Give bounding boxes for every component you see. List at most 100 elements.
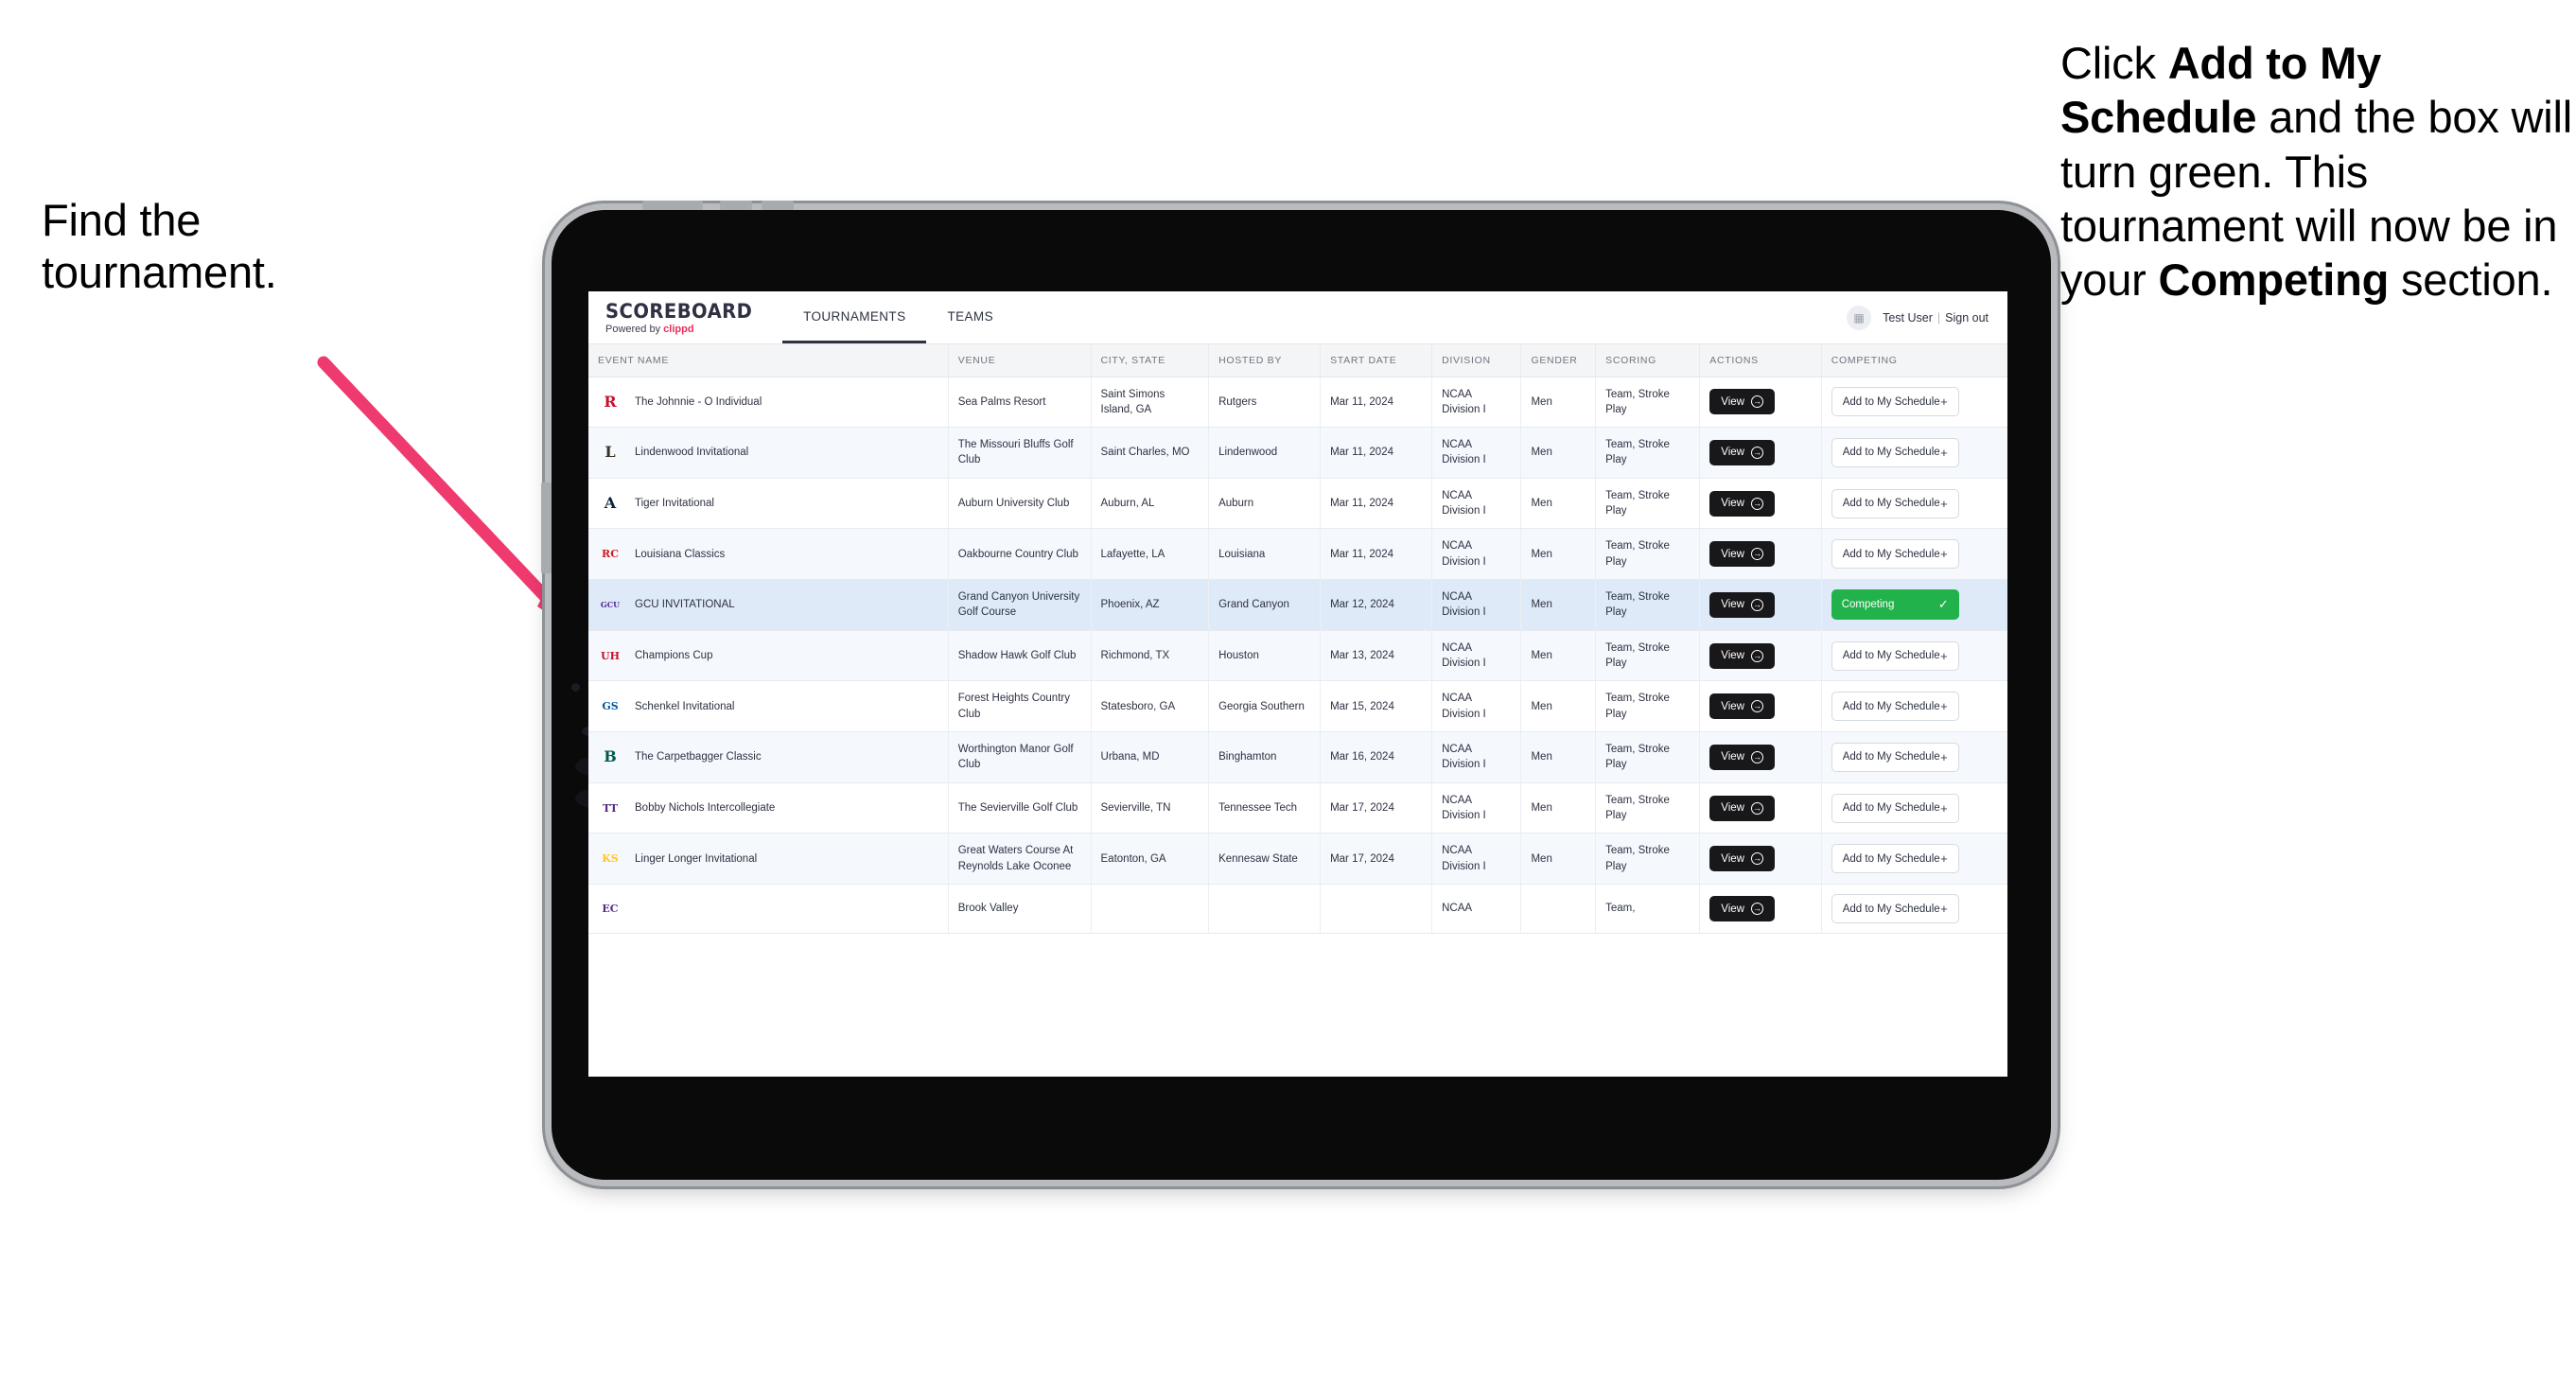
cell-city-state: Sevierville, TN (1091, 782, 1210, 834)
cell-division: NCAA Division I (1431, 528, 1522, 581)
team-logo-icon: TT (603, 801, 618, 815)
add-to-my-schedule-button[interactable]: Add to My Schedule + (1831, 844, 1959, 874)
view-button[interactable]: View → (1709, 846, 1775, 872)
cell-venue: Shadow Hawk Golf Club (948, 630, 1092, 682)
cell-event-name: EC (588, 884, 949, 935)
col-event-name[interactable]: EVENT NAME (588, 344, 949, 377)
table-row[interactable]: UH Champions Cup Shadow Hawk Golf Club Rich… (588, 630, 2007, 682)
add-to-my-schedule-label: Add to My Schedule (1842, 395, 1940, 408)
view-button[interactable]: View → (1709, 439, 1775, 465)
tournaments-table-scroll[interactable]: EVENT NAME VENUE CITY, STATE HOSTED BY S… (588, 344, 2007, 1077)
cell-event-name: UH Champions Cup (588, 630, 949, 682)
annotation-emphasis: Competing (2158, 254, 2390, 306)
view-button[interactable]: View → (1709, 541, 1775, 568)
plus-icon: + (1940, 800, 1948, 816)
cell-actions: View → (1699, 427, 1822, 479)
view-button-label: View (1721, 395, 1744, 408)
col-scoring[interactable]: SCORING (1595, 344, 1701, 377)
add-to-my-schedule-button[interactable]: Add to My Schedule + (1831, 488, 1959, 518)
table-row[interactable]: KS Linger Longer Invitational Great Waters… (588, 833, 2007, 886)
tab-teams[interactable]: TEAMS (926, 291, 1014, 343)
event-name-label: Schenkel Invitational (635, 700, 735, 712)
cell-start-date: Mar 17, 2024 (1320, 782, 1433, 834)
team-logo-icon: EC (602, 903, 619, 916)
col-venue[interactable]: VENUE (948, 344, 1092, 377)
col-city-state[interactable]: CITY, STATE (1091, 344, 1210, 377)
cell-competing: Add to My Schedule + (1821, 478, 2007, 530)
table-row[interactable]: B The Carpetbagger Classic Worthington Man… (588, 731, 2007, 783)
cell-start-date: Mar 12, 2024 (1320, 579, 1433, 631)
view-button-label: View (1721, 700, 1744, 712)
table-row[interactable]: GCU GCU INVITATIONAL Grand Canyon Universi… (588, 579, 2007, 631)
add-to-my-schedule-button[interactable]: Add to My Schedule + (1831, 742, 1959, 772)
side-button[interactable] (541, 482, 552, 573)
add-to-my-schedule-label: Add to My Schedule (1842, 903, 1940, 915)
view-button[interactable]: View → (1709, 490, 1775, 517)
add-to-my-schedule-button[interactable]: Add to My Schedule + (1831, 640, 1959, 671)
user-avatar-icon[interactable]: ▦ (1847, 305, 1872, 330)
add-to-my-schedule-button[interactable]: Add to My Schedule + (1831, 437, 1959, 467)
view-button[interactable]: View → (1709, 642, 1775, 669)
add-to-my-schedule-button[interactable]: Add to My Schedule + (1831, 387, 1959, 417)
team-logo-icon: KS (602, 852, 619, 866)
col-competing[interactable]: COMPETING (1821, 344, 2007, 377)
cell-gender: Men (1520, 427, 1597, 479)
arrow-right-circle-icon: → (1750, 548, 1763, 561)
table-row[interactable]: GS Schenkel Invitational Forest Heights Co… (588, 680, 2007, 733)
cell-actions: View → (1699, 833, 1822, 886)
cell-gender: Men (1520, 579, 1597, 631)
cell-competing: Add to My Schedule + (1821, 630, 2007, 682)
brand-title: SCOREBOARD (605, 300, 753, 323)
cell-scoring: Team, Stroke Play (1595, 579, 1701, 631)
add-to-my-schedule-button[interactable]: Add to My Schedule + (1831, 539, 1959, 570)
col-gender[interactable]: GENDER (1520, 344, 1597, 377)
table-row[interactable]: RC Louisiana Classics Oakbourne Country Cl… (588, 528, 2007, 581)
add-to-my-schedule-button[interactable]: Add to My Schedule + (1831, 894, 1959, 924)
view-button[interactable]: View → (1709, 389, 1775, 415)
cell-competing: Add to My Schedule + (1821, 680, 2007, 733)
volume-up-button[interactable] (720, 201, 752, 210)
view-button[interactable]: View → (1709, 591, 1775, 618)
cell-city-state: Eatonton, GA (1091, 833, 1210, 886)
add-to-my-schedule-button[interactable]: Add to My Schedule + (1831, 692, 1959, 722)
user-account-area: Test User | Sign out (1883, 311, 1989, 325)
cell-gender: Men (1520, 478, 1597, 530)
power-button[interactable] (642, 201, 703, 210)
view-button[interactable]: View → (1709, 693, 1775, 720)
tab-tournaments[interactable]: TOURNAMENTS (782, 291, 927, 343)
brand-logo[interactable]: SCOREBOARD Powered by clippd (588, 291, 782, 343)
table-row[interactable]: A Tiger Invitational Auburn University Clu… (588, 478, 2007, 530)
table-row[interactable]: EC Brook Valley NCAA Team, View → Add to My Sc… (588, 884, 2007, 935)
col-actions[interactable]: ACTIONS (1699, 344, 1822, 377)
sign-out-link[interactable]: Sign out (1945, 311, 1989, 325)
view-button[interactable]: View → (1709, 744, 1775, 770)
annotation-find-tournament: Find the tournament. (42, 195, 277, 297)
view-button-label: View (1721, 650, 1744, 662)
cell-division: NCAA Division I (1431, 731, 1522, 783)
cell-competing: Add to My Schedule + (1821, 427, 2007, 479)
cell-competing: Competing ✓ (1821, 579, 2007, 631)
view-button[interactable]: View → (1709, 896, 1775, 922)
col-start-date[interactable]: START DATE (1320, 344, 1433, 377)
cell-start-date: Mar 15, 2024 (1320, 680, 1433, 733)
table-row[interactable]: R The Johnnie - O Individual Sea Palms Res… (588, 377, 2007, 429)
view-button[interactable]: View → (1709, 795, 1775, 821)
cell-start-date (1320, 884, 1433, 935)
cell-event-name: KS Linger Longer Invitational (588, 833, 949, 886)
cell-actions: View → (1699, 630, 1822, 682)
username-label: Test User (1883, 310, 1933, 325)
cell-venue: The Missouri Bluffs Golf Club (948, 427, 1092, 479)
volume-down-button[interactable] (762, 201, 794, 210)
col-hosted-by[interactable]: HOSTED BY (1208, 344, 1322, 377)
cell-venue: Grand Canyon University Golf Course (948, 579, 1092, 631)
table-row[interactable]: TT Bobby Nichols Intercollegiate The Sevie… (588, 782, 2007, 834)
cell-start-date: Mar 11, 2024 (1320, 478, 1433, 530)
table-row[interactable]: L Lindenwood Invitational The Missouri Blu… (588, 427, 2007, 479)
add-to-my-schedule-label: Add to My Schedule (1842, 700, 1940, 712)
cell-scoring: Team, Stroke Play (1595, 427, 1701, 479)
add-to-my-schedule-button[interactable]: Add to My Schedule + (1831, 793, 1959, 823)
col-division[interactable]: DIVISION (1431, 344, 1522, 377)
cell-competing: Add to My Schedule + (1821, 731, 2007, 783)
competing-button[interactable]: Competing ✓ (1831, 589, 1959, 621)
cell-gender: Men (1520, 782, 1597, 834)
